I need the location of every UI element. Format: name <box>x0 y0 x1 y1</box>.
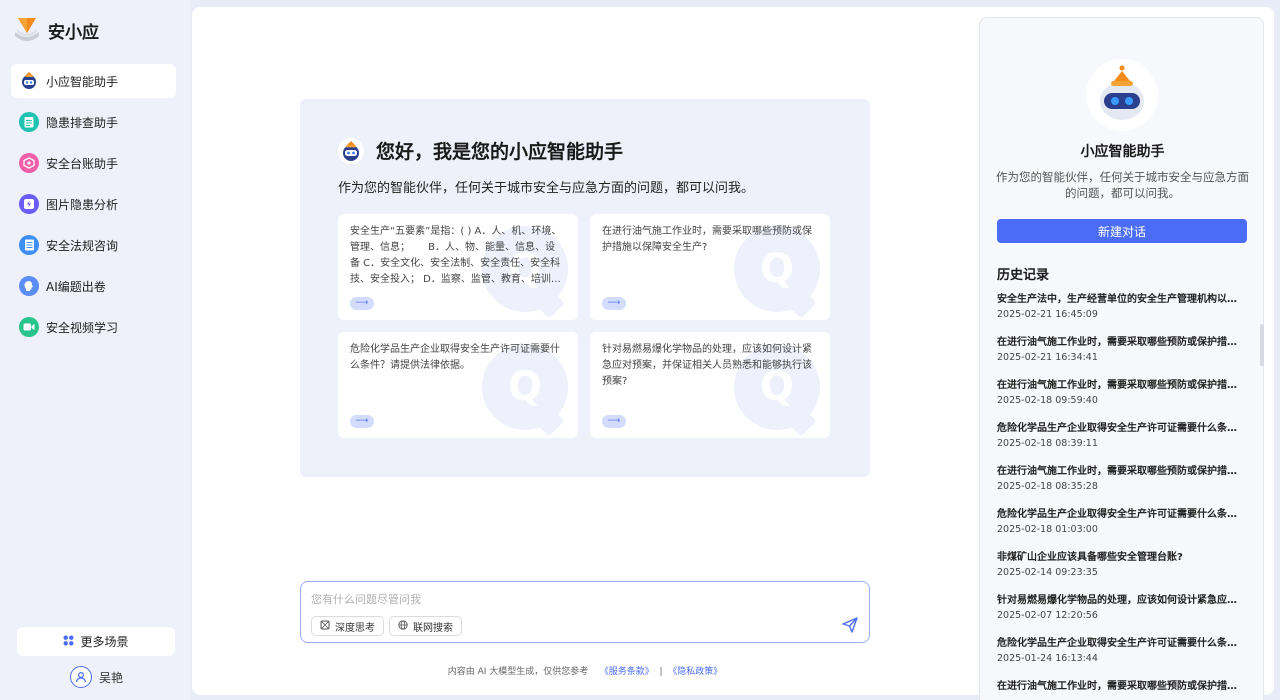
welcome-subtitle: 作为您的智能伙伴，任何关于城市安全与应急方面的问题，都可以问我。 <box>338 181 755 196</box>
sidebar-item-label: AI编题出卷 <box>46 279 106 294</box>
arrow-right-icon[interactable]: ⟶ <box>602 297 626 310</box>
suggested-question-text: 在进行油气施工作业时，需要采取哪些预防或保护措施以保障安全生产? <box>602 226 812 253</box>
chat-input-box: 深度思考 联网搜索 <box>300 581 870 643</box>
suggested-question-card[interactable]: Q 在进行油气施工作业时，需要采取哪些预防或保护措施以保障安全生产? ⟶ <box>590 214 830 320</box>
sidebar-item-label: 隐患排查助手 <box>46 115 119 130</box>
brand[interactable]: 安小应 <box>12 14 99 46</box>
robot-icon <box>338 137 364 164</box>
robot-icon <box>19 71 39 91</box>
history-scrollbar[interactable] <box>1260 324 1264 366</box>
sidebar-item-video[interactable]: 安全视频学习 <box>11 310 176 344</box>
more-scenes-label: 更多场景 <box>80 635 129 649</box>
new-chat-button[interactable]: 新建对话 <box>997 219 1247 243</box>
brand-name: 安小应 <box>48 22 99 43</box>
ai-exam-icon <box>19 276 39 296</box>
terms-link[interactable]: 《服务条款》 <box>600 667 654 677</box>
sidebar-item-regulation[interactable]: 安全法规咨询 <box>11 228 176 262</box>
grid-icon <box>63 635 74 649</box>
welcome-header: 您好，我是您的小应智能助手 <box>338 137 623 164</box>
arrow-right-icon[interactable]: ⟶ <box>350 297 374 310</box>
history-item[interactable]: 在进行油气施工作业时，需要采取哪些预防或保护措施以保障安全生产? <box>997 680 1242 700</box>
globe-icon <box>398 619 408 633</box>
suggested-question-card[interactable]: Q 危险化学品生产企业取得安全生产许可证需要什么条件？请提供法律依据。 ⟶ <box>338 332 578 438</box>
disclaimer: 内容由 AI 大模型生成，仅供您参考 《服务条款》 | 《隐私政策》 <box>192 664 978 677</box>
more-scenes-button[interactable]: 更多场景 <box>17 627 175 656</box>
suggested-question-card[interactable]: Q 针对易燃易爆化学物品的处理，应该如何设计紧急应对预案，并保证相关人员熟悉和能… <box>590 332 830 438</box>
history-item[interactable]: 在进行油气施工作业时，需要采取哪些预防或保护措施以保障安全生产?2025-02-… <box>997 379 1242 422</box>
deep-think-button[interactable]: 深度思考 <box>311 616 384 636</box>
deep-think-label: 深度思考 <box>335 622 375 634</box>
history-item[interactable]: 非煤矿山企业应该具备哪些安全管理台账? 2025-02-14 09:23:35 <box>997 551 1242 594</box>
history-item[interactable]: 在进行油气施工作业时，需要采取哪些预防或保护措施以保障安全生产?2025-02-… <box>997 336 1242 379</box>
assistant-name: 小应智能助手 <box>1080 144 1165 160</box>
history-item[interactable]: 危险化学品生产企业取得安全生产许可证需要什么条件？请提供法律依据。2025-02… <box>997 422 1242 465</box>
history-item[interactable]: 针对易燃易爆化学物品的处理，应该如何设计紧急应对预案，并保证相关人员熟悉和能够执… <box>997 594 1242 637</box>
welcome-title: 您好，我是您的小应智能助手 <box>376 141 624 163</box>
arrow-right-icon[interactable]: ⟶ <box>602 415 626 428</box>
suggested-question-text: 危险化学品生产企业取得安全生产许可证需要什么条件？请提供法律依据。 <box>350 344 560 371</box>
suggested-question-card[interactable]: Q 安全生产“五要素”是指：( ) A．人、机、环境、管理、信息； B．人、物、… <box>338 214 578 320</box>
history-title: 历史记录 <box>997 268 1050 283</box>
ledger-icon <box>19 153 39 173</box>
sidebar-item-label: 小应智能助手 <box>46 74 119 89</box>
send-icon[interactable] <box>841 616 859 634</box>
web-search-button[interactable]: 联网搜索 <box>389 616 462 636</box>
assistant-description: 作为您的智能伙伴，任何关于城市安全与应急方面的问题，都可以问我。 <box>996 170 1249 200</box>
suggested-question-text: 安全生产“五要素”是指：( ) A．人、机、环境、管理、信息； B．人、物、能量… <box>350 226 562 285</box>
sidebar-item-image-analysis[interactable]: 图片隐患分析 <box>11 187 176 221</box>
video-icon <box>19 317 39 337</box>
sidebar-item-label: 安全法规咨询 <box>46 238 119 253</box>
user-profile[interactable]: 吴艳 <box>70 666 123 688</box>
brand-logo-icon <box>15 18 39 41</box>
history-item[interactable]: 在进行油气施工作业时，需要采取哪些预防或保护措施以保障安全生产?2025-02-… <box>997 465 1242 508</box>
sidebar: 安小应 小应智能助手 隐患排查助手 安全台账助手 图片隐患分析 安全法规咨询 A… <box>0 0 190 700</box>
robot-avatar-icon <box>1086 59 1158 131</box>
history-item[interactable]: 危险化学品生产企业取得安全生产许可证需要什么条件？请提供法律依据。2025-02… <box>997 508 1242 551</box>
sidebar-item-hazard-check[interactable]: 隐患排查助手 <box>11 105 176 139</box>
sidebar-item-label: 安全台账助手 <box>46 156 119 171</box>
disclaimer-text: 内容由 AI 大模型生成，仅供您参考 <box>447 667 589 677</box>
regulation-icon <box>19 235 39 255</box>
assistant-panel: 小应智能助手 作为您的智能伙伴，任何关于城市安全与应急方面的问题，都可以问我。 … <box>979 17 1264 700</box>
web-search-label: 联网搜索 <box>413 622 453 634</box>
user-avatar-icon <box>70 666 92 688</box>
sidebar-nav: 小应智能助手 隐患排查助手 安全台账助手 图片隐患分析 安全法规咨询 AI编题出… <box>11 64 176 351</box>
footer-separator: | <box>659 667 663 677</box>
sidebar-item-assistant[interactable]: 小应智能助手 <box>11 64 176 98</box>
atom-icon <box>320 620 330 633</box>
clipboard-icon <box>19 112 39 132</box>
history-item[interactable]: 安全生产法中，生产经营单位的安全生产管理机构以及安全生产管理人员的职责2025-… <box>997 293 1242 336</box>
sidebar-item-label: 图片隐患分析 <box>46 197 119 212</box>
sidebar-item-label: 安全视频学习 <box>46 320 119 335</box>
privacy-link[interactable]: 《隐私政策》 <box>668 667 722 677</box>
arrow-right-icon[interactable]: ⟶ <box>350 415 374 428</box>
sidebar-item-ledger[interactable]: 安全台账助手 <box>11 146 176 180</box>
history-list: 安全生产法中，生产经营单位的安全生产管理机构以及安全生产管理人员的职责2025-… <box>997 293 1242 700</box>
user-name: 吴艳 <box>99 670 124 685</box>
history-item[interactable]: 危险化学品生产企业取得安全生产许可证需要什么条件？请提供法律依据。2025-01… <box>997 637 1242 680</box>
welcome-card: 您好，我是您的小应智能助手 作为您的智能伙伴，任何关于城市安全与应急方面的问题，… <box>300 99 870 477</box>
sidebar-item-ai-exam[interactable]: AI编题出卷 <box>11 269 176 303</box>
image-analysis-icon <box>19 194 39 214</box>
chat-input[interactable] <box>311 590 811 608</box>
suggested-question-text: 针对易燃易爆化学物品的处理，应该如何设计紧急应对预案，并保证相关人员熟悉和能够执… <box>602 344 812 387</box>
